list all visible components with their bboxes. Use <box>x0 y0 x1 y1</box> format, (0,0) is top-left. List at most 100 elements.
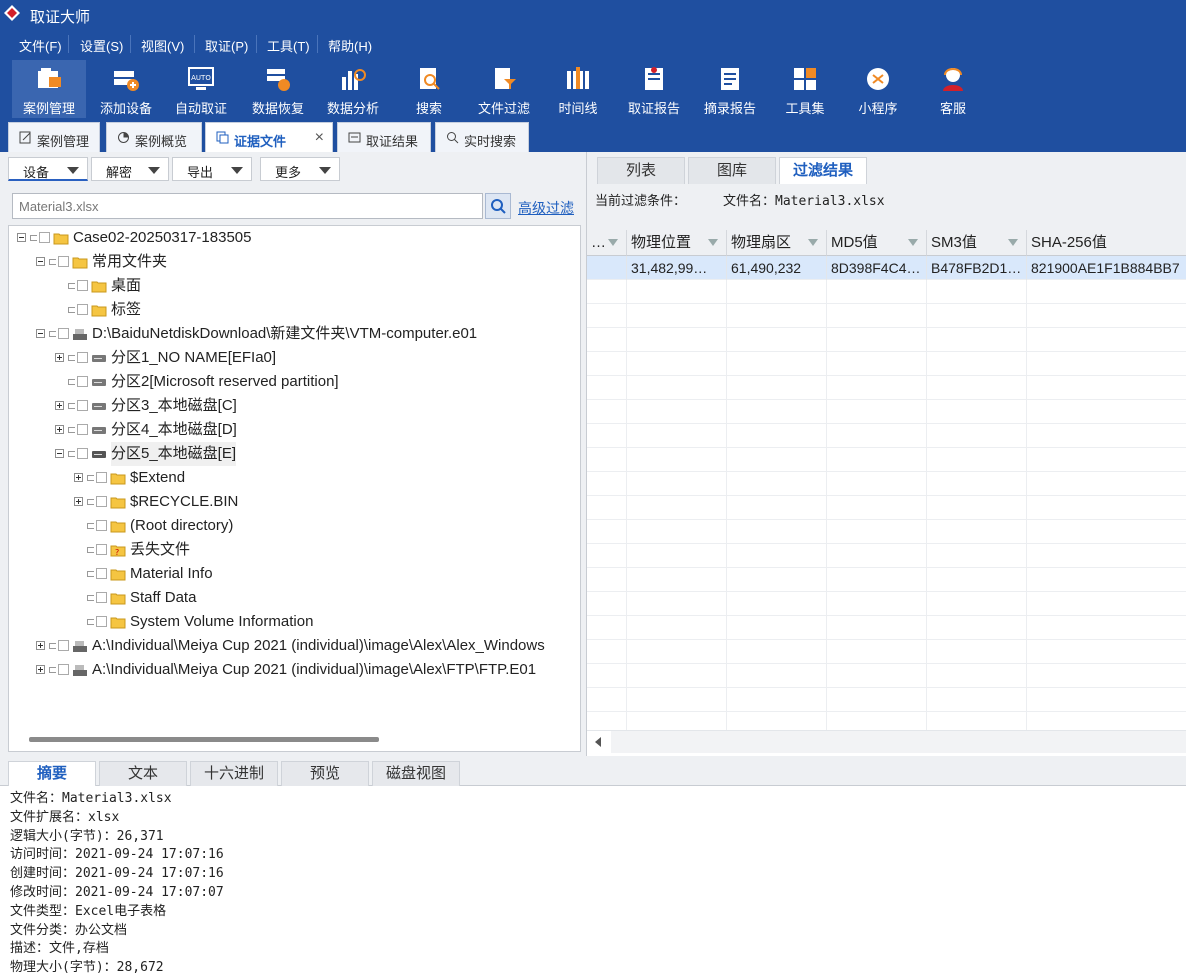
tab-gallery[interactable]: 图库 <box>688 157 776 184</box>
tab-label: 案例概览 <box>135 134 188 149</box>
expand-icon[interactable] <box>55 353 64 362</box>
tab-preview[interactable]: 预览 <box>281 761 369 786</box>
node-checkbox[interactable] <box>58 664 69 675</box>
node-checkbox[interactable] <box>96 592 107 603</box>
collapse-icon[interactable] <box>36 329 45 338</box>
node-checkbox[interactable] <box>77 280 88 291</box>
magnifier-icon <box>447 132 459 144</box>
grid-horizontal-scrollbar[interactable] <box>587 730 1186 753</box>
node-checkbox[interactable] <box>58 640 69 651</box>
app-title: 取证大师 <box>30 9 91 26</box>
table-row[interactable]: 31,482,99… 61,490,232 8D398F4C4… B478FB2… <box>587 256 1186 280</box>
tab-realtime-search[interactable]: 实时搜索 <box>435 122 529 152</box>
scrollbar-track[interactable] <box>611 731 1186 753</box>
menu-settings[interactable]: 设置(S) <box>80 36 123 55</box>
menu-file[interactable]: 文件(F) <box>19 36 62 55</box>
mini-program-button[interactable]: 小程序 <box>841 60 915 118</box>
node-checkbox[interactable] <box>96 568 107 579</box>
auto-forensics-button[interactable]: AUTO 自动取证 <box>164 60 238 118</box>
node-checkbox[interactable] <box>77 352 88 363</box>
toolset-icon <box>794 68 816 90</box>
tag-icon <box>49 667 56 673</box>
grid-line <box>826 664 827 688</box>
node-checkbox[interactable] <box>58 256 69 267</box>
empty-table-row <box>587 424 1186 448</box>
add-device-button[interactable]: 添加设备 <box>89 60 163 118</box>
expand-icon[interactable] <box>55 425 64 434</box>
expand-icon[interactable] <box>36 665 45 674</box>
collapse-icon[interactable] <box>17 233 26 242</box>
collapse-icon[interactable] <box>36 257 45 266</box>
column-filter-icon[interactable] <box>808 239 818 246</box>
tab-evidence-files[interactable]: 证据文件 × <box>205 122 333 154</box>
menu-view[interactable]: 视图(V) <box>141 36 184 55</box>
node-checkbox[interactable] <box>58 328 69 339</box>
search-button[interactable] <box>485 193 511 219</box>
tab-case-overview[interactable]: 案例概览 <box>106 122 202 152</box>
column-filter-icon[interactable] <box>708 239 718 246</box>
tab-filter-results[interactable]: 过滤结果 <box>779 157 867 184</box>
export-dropdown[interactable]: 导出 <box>172 157 252 181</box>
file-filter-button[interactable]: 文件过滤 <box>467 60 541 118</box>
data-recovery-button[interactable]: 数据恢复 <box>241 60 315 118</box>
node-checkbox[interactable] <box>96 520 107 531</box>
forensics-report-button[interactable]: 取证报告 <box>617 60 691 118</box>
node-checkbox[interactable] <box>77 304 88 315</box>
column-header-sha256[interactable]: SHA-256值 <box>1027 230 1186 256</box>
menu-tools[interactable]: 工具(T) <box>267 36 310 55</box>
tag-icon <box>68 379 75 385</box>
column-header-sm3[interactable]: SM3值 <box>927 230 1027 256</box>
timeline-icon <box>567 67 589 89</box>
node-checkbox[interactable] <box>77 400 88 411</box>
folder-icon <box>110 617 126 629</box>
collapse-icon[interactable] <box>55 449 64 458</box>
menu-forensics[interactable]: 取证(P) <box>205 36 248 55</box>
device-dropdown[interactable]: 设备 <box>8 157 88 181</box>
decrypt-dropdown[interactable]: 解密 <box>91 157 169 181</box>
customer-service-button[interactable]: 客服 <box>916 60 990 118</box>
node-checkbox[interactable] <box>39 232 50 243</box>
tree-horizontal-scrollbar[interactable] <box>29 737 379 742</box>
node-checkbox[interactable] <box>96 544 107 555</box>
close-icon[interactable]: × <box>315 129 324 147</box>
expand-icon[interactable] <box>74 473 83 482</box>
grid-line <box>926 424 927 448</box>
node-checkbox[interactable] <box>77 424 88 435</box>
node-checkbox[interactable] <box>96 496 107 507</box>
search-button[interactable]: 搜索 <box>392 60 466 118</box>
menu-help[interactable]: 帮助(H) <box>328 36 372 55</box>
tab-case-management[interactable]: 案例管理 <box>8 122 100 152</box>
scroll-left-icon[interactable] <box>595 737 601 747</box>
column-header-physical-sector[interactable]: 物理扇区 <box>727 230 827 256</box>
column-header-truncated[interactable]: … <box>587 230 627 256</box>
case-management-button[interactable]: 案例管理 <box>12 60 86 118</box>
tab-label: 取证结果 <box>366 134 419 149</box>
column-filter-icon[interactable] <box>908 239 918 246</box>
excerpt-report-button[interactable]: 摘录报告 <box>693 60 767 118</box>
property-line: 逻辑大小(字节)：26,371 <box>10 828 164 844</box>
more-dropdown[interactable]: 更多 <box>260 157 340 181</box>
tab-forensics-results[interactable]: 取证结果 <box>337 122 431 152</box>
tab-summary[interactable]: 摘要 <box>8 761 96 786</box>
tab-list[interactable]: 列表 <box>597 157 685 184</box>
node-checkbox[interactable] <box>96 472 107 483</box>
node-checkbox[interactable] <box>77 448 88 459</box>
empty-table-row <box>587 520 1186 544</box>
node-checkbox[interactable] <box>96 616 107 627</box>
column-header-md5[interactable]: MD5值 <box>827 230 927 256</box>
advanced-filter-link[interactable]: 高级过滤 <box>518 198 574 218</box>
data-analysis-button[interactable]: 数据分析 <box>316 60 390 118</box>
timeline-button[interactable]: 时间线 <box>541 60 615 118</box>
tag-icon <box>68 427 75 433</box>
tree-search-input[interactable] <box>12 193 483 219</box>
node-checkbox[interactable] <box>77 376 88 387</box>
tab-text[interactable]: 文本 <box>99 761 187 786</box>
column-filter-icon[interactable] <box>1008 239 1018 246</box>
column-header-physical-location[interactable]: 物理位置 <box>627 230 727 256</box>
column-filter-icon[interactable] <box>608 239 618 246</box>
expand-icon[interactable] <box>36 641 45 650</box>
tab-hex[interactable]: 十六进制 <box>190 761 278 786</box>
expand-icon[interactable] <box>74 497 83 506</box>
tab-disk-view[interactable]: 磁盘视图 <box>372 761 460 786</box>
expand-icon[interactable] <box>55 401 64 410</box>
